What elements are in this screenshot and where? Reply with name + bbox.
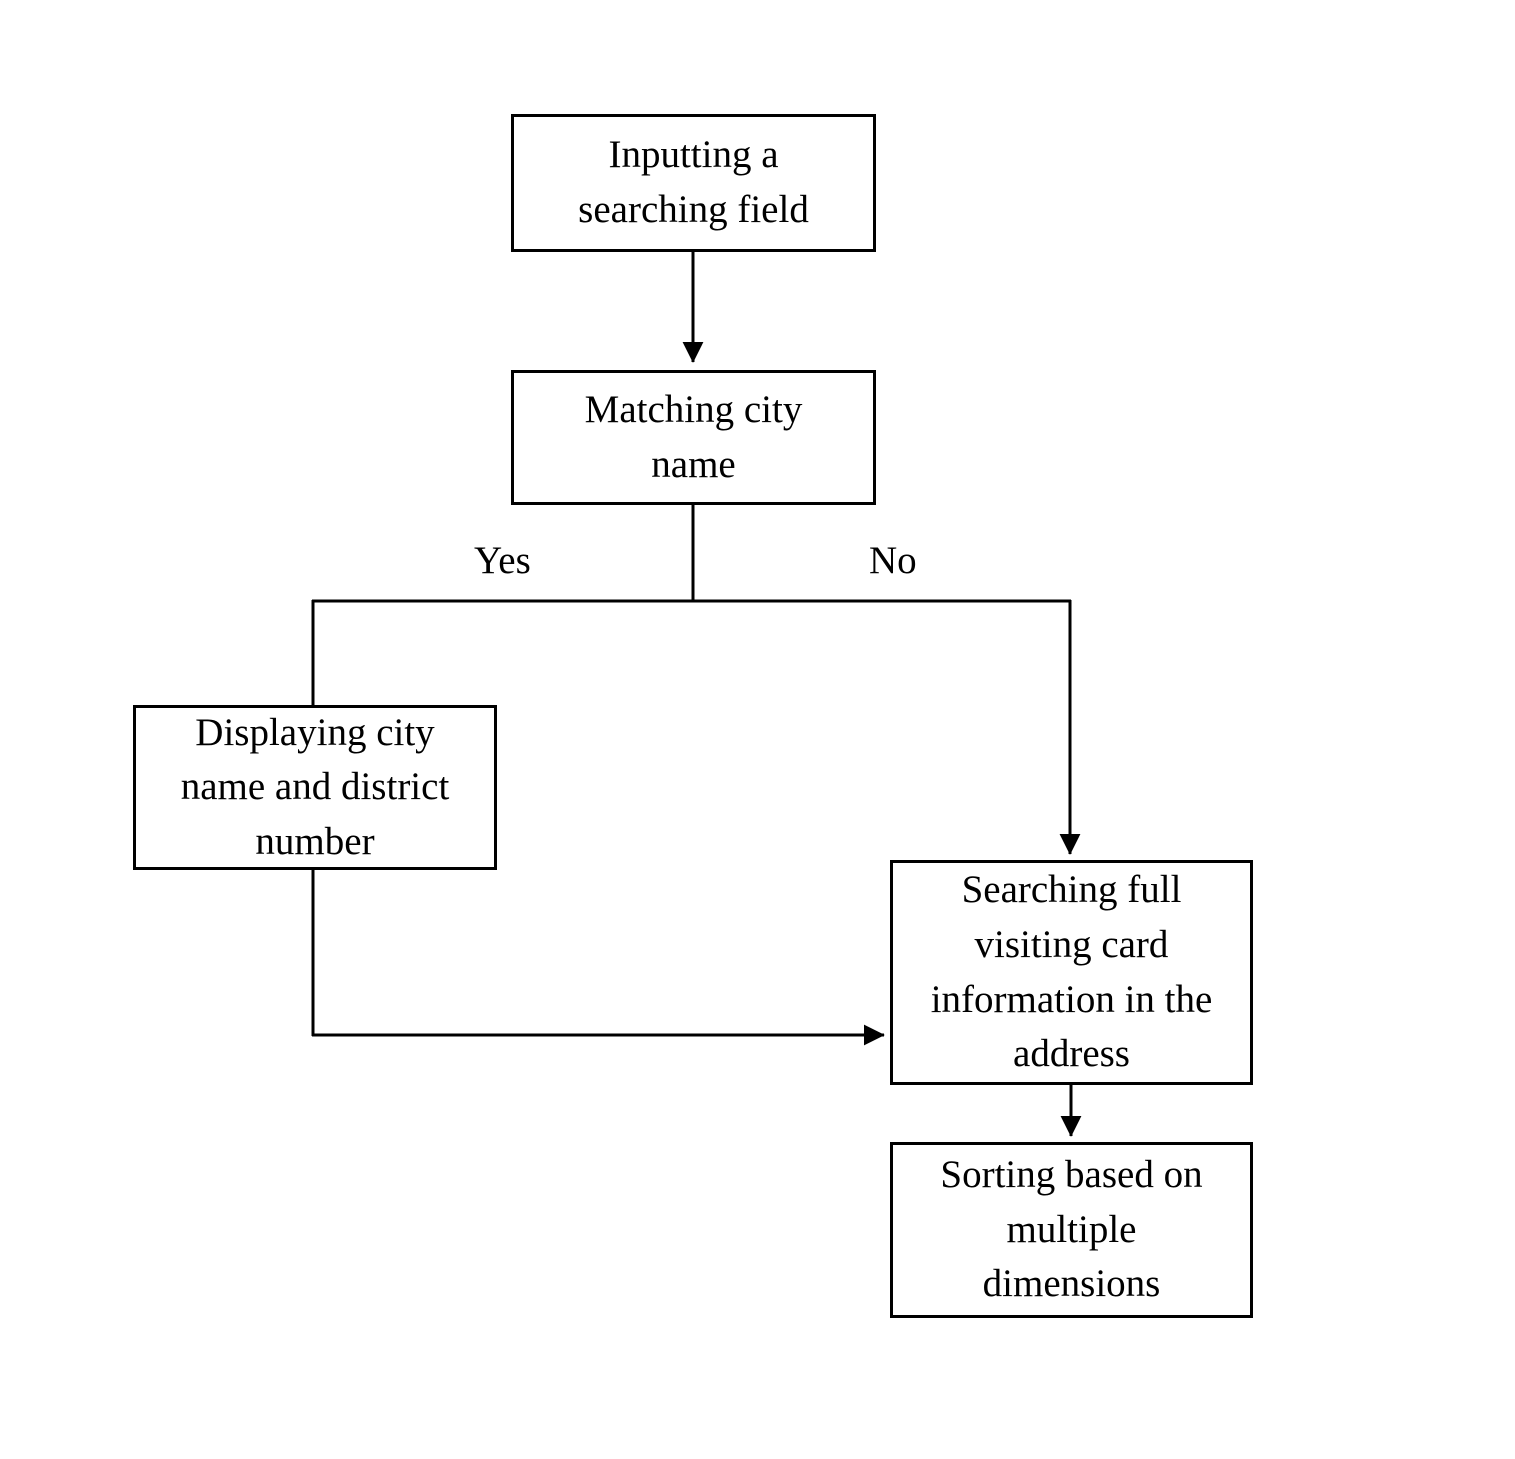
node-displaying-city-name-district-number[interactable]: Displaying city name and district number bbox=[133, 705, 497, 870]
node-label-searching-full-visiting-card-information: Searching full visiting card information… bbox=[930, 868, 1213, 1076]
node-label-matching-city-name: Matching city name bbox=[584, 387, 803, 486]
flowchart-diagram: Inputting a searching field Matching cit… bbox=[0, 0, 1515, 1459]
node-matching-city-name[interactable]: Matching city name bbox=[511, 370, 876, 505]
edge-label-no: No bbox=[869, 539, 917, 582]
node-label-displaying-city-name-district-number: Displaying city name and district number bbox=[180, 710, 450, 863]
node-searching-full-visiting-card-information[interactable]: Searching full visiting card information… bbox=[890, 860, 1253, 1085]
node-label-sorting-based-on-multiple-dimensions: Sorting based on multiple dimensions bbox=[940, 1153, 1203, 1306]
edge-label-yes: Yes bbox=[474, 539, 531, 582]
node-input-searching-field[interactable]: Inputting a searching field bbox=[511, 114, 876, 252]
node-sorting-based-on-multiple-dimensions[interactable]: Sorting based on multiple dimensions bbox=[890, 1142, 1253, 1318]
node-label-input-searching-field: Inputting a searching field bbox=[578, 133, 809, 231]
